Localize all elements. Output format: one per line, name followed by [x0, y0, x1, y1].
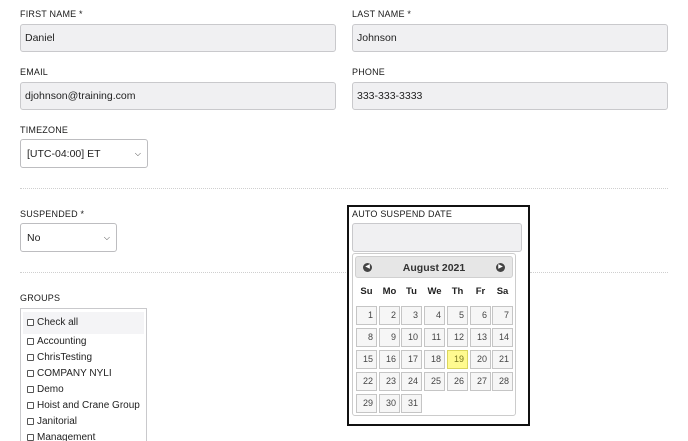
suspended-select[interactable]: No ⌵ — [20, 223, 117, 252]
checkbox[interactable] — [27, 434, 34, 441]
weekday-label: Su — [360, 286, 373, 297]
group-label: ChrisTesting — [37, 352, 93, 363]
checkbox[interactable] — [27, 338, 34, 345]
weekday-label: Tu — [406, 286, 417, 297]
group-label: Accounting — [37, 336, 87, 347]
check-all-option[interactable]: Check all — [27, 317, 78, 328]
email-input[interactable]: djohnson@training.com — [20, 82, 336, 110]
calendar-day[interactable]: 11 — [424, 328, 445, 347]
weekday-label: Th — [451, 286, 464, 297]
calendar-day[interactable]: 23 — [379, 372, 400, 391]
calendar-day[interactable]: 25 — [424, 372, 445, 391]
groups-label: GROUPS — [20, 293, 61, 303]
email-label: EMAIL — [20, 67, 49, 77]
weekday-label: We — [427, 286, 442, 297]
section-divider — [530, 272, 668, 273]
calendar-day[interactable]: 26 — [447, 372, 468, 391]
section-divider — [20, 272, 348, 273]
group-label: COMPANY NYLI — [37, 368, 112, 379]
groups-list: Check all Accounting ChrisTesting COMPAN… — [20, 308, 147, 441]
calendar-day[interactable]: 14 — [492, 328, 513, 347]
group-option[interactable]: COMPANY NYLI — [27, 368, 112, 379]
calendar-day-today[interactable]: 19 — [447, 350, 468, 369]
section-divider — [20, 188, 668, 189]
calendar-day[interactable]: 29 — [356, 394, 377, 413]
weekday-label: Fr — [475, 286, 486, 297]
last-name-label: LAST NAME * — [352, 9, 412, 19]
chevron-down-icon: ⌵ — [134, 148, 141, 158]
timezone-label: TIMEZONE — [20, 125, 69, 135]
calendar-day[interactable]: 31 — [401, 394, 422, 413]
weekday-label: Sa — [496, 286, 509, 297]
calendar-day[interactable]: 8 — [356, 328, 377, 347]
datepicker: ◀ August 2021 ▶ Su Mo Tu We Th Fr Sa 1 2… — [352, 253, 516, 416]
calendar-day[interactable]: 6 — [470, 306, 491, 325]
calendar-day[interactable]: 10 — [401, 328, 422, 347]
checkbox[interactable] — [27, 386, 34, 393]
group-option[interactable]: Accounting — [27, 336, 86, 347]
first-name-input[interactable]: Daniel — [20, 24, 336, 52]
chevron-down-icon: ⌵ — [103, 232, 110, 242]
datepicker-title: August 2021 — [402, 262, 466, 274]
auto-suspend-date-input[interactable] — [352, 223, 522, 252]
calendar-day[interactable]: 5 — [447, 306, 468, 325]
group-label: Hoist and Crane Group — [37, 400, 140, 411]
checkbox[interactable] — [27, 319, 34, 326]
calendar-day[interactable]: 9 — [379, 328, 400, 347]
checkbox[interactable] — [27, 418, 34, 425]
check-all-label: Check all — [37, 317, 79, 328]
timezone-select-value: [UTC-04:00] ET — [27, 147, 101, 160]
weekday-label: Mo — [382, 286, 397, 297]
last-name-input[interactable]: Johnson — [352, 24, 668, 52]
group-label: Management — [37, 432, 96, 441]
calendar-day[interactable]: 16 — [379, 350, 400, 369]
suspended-select-value: No — [27, 231, 41, 244]
timezone-select[interactable]: [UTC-04:00] ET ⌵ — [20, 139, 148, 168]
calendar-day[interactable]: 28 — [492, 372, 513, 391]
calendar-day[interactable]: 24 — [401, 372, 422, 391]
calendar-day[interactable]: 1 — [356, 306, 377, 325]
calendar-day[interactable]: 12 — [447, 328, 468, 347]
auto-suspend-label: AUTO SUSPEND DATE — [352, 209, 453, 219]
group-option[interactable]: Hoist and Crane Group — [27, 400, 140, 411]
calendar-day[interactable]: 3 — [401, 306, 422, 325]
first-name-label: FIRST NAME * — [20, 9, 83, 19]
group-option[interactable]: Demo — [27, 384, 64, 395]
calendar-day[interactable]: 7 — [492, 306, 513, 325]
calendar-day[interactable]: 13 — [470, 328, 491, 347]
checkbox[interactable] — [27, 370, 34, 377]
calendar-day[interactable]: 22 — [356, 372, 377, 391]
checkbox[interactable] — [27, 354, 34, 361]
calendar-day[interactable]: 20 — [470, 350, 491, 369]
phone-label: PHONE — [352, 67, 386, 77]
group-option[interactable]: Janitorial — [27, 416, 77, 427]
suspended-label: SUSPENDED * — [20, 209, 85, 219]
checkbox[interactable] — [27, 402, 34, 409]
calendar-day[interactable]: 15 — [356, 350, 377, 369]
calendar-day[interactable]: 4 — [424, 306, 445, 325]
group-label: Janitorial — [37, 416, 78, 427]
group-option[interactable]: Management — [27, 432, 95, 441]
chevron-right-circle-icon[interactable]: ▶ — [496, 263, 505, 272]
calendar-day[interactable]: 27 — [470, 372, 491, 391]
calendar-day[interactable]: 18 — [424, 350, 445, 369]
group-label: Demo — [37, 384, 64, 395]
phone-input[interactable]: 333-333-3333 — [352, 82, 668, 110]
calendar-day[interactable]: 30 — [379, 394, 400, 413]
group-option[interactable]: ChrisTesting — [27, 352, 92, 363]
calendar-day[interactable]: 17 — [401, 350, 422, 369]
calendar-day[interactable]: 21 — [492, 350, 513, 369]
calendar-day[interactable]: 2 — [379, 306, 400, 325]
datepicker-header: ◀ August 2021 ▶ — [355, 256, 513, 278]
